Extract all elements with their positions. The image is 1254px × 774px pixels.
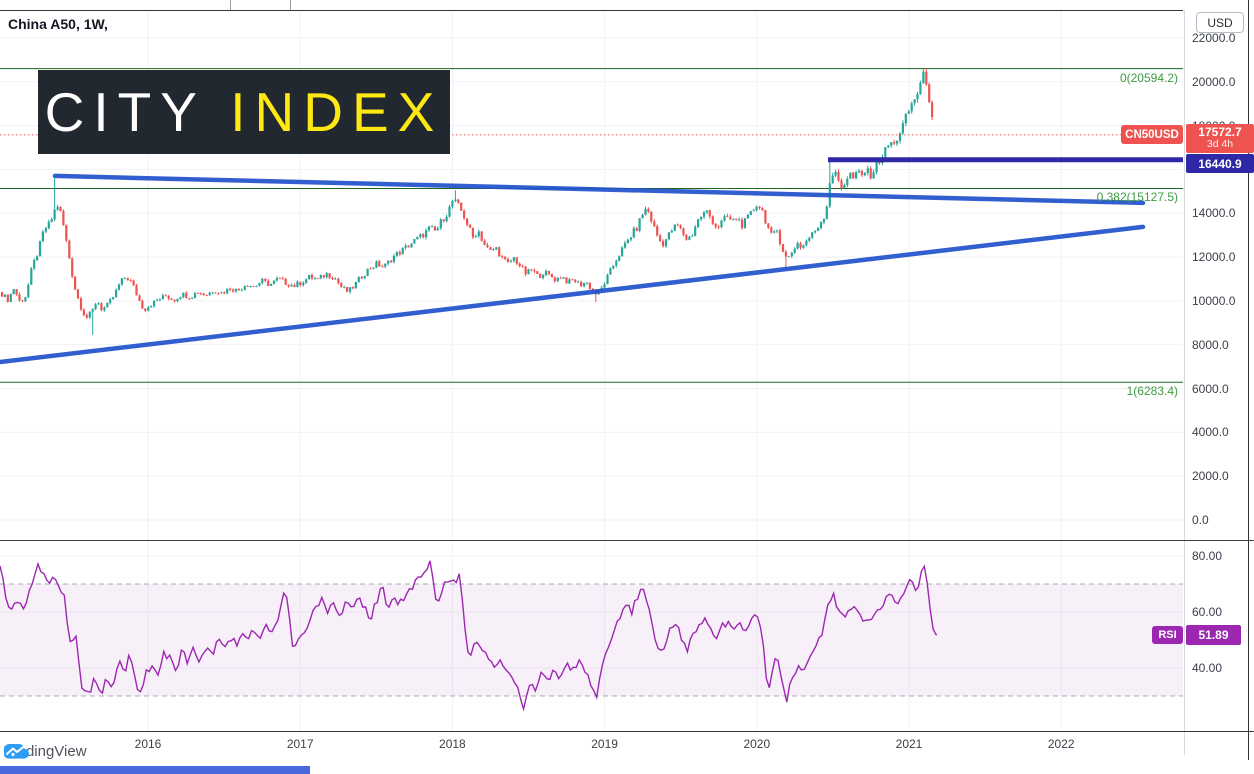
axis-border bbox=[1184, 10, 1185, 755]
fib-label: 0(20594.2) bbox=[1120, 71, 1178, 85]
rsi-value-badge: 51.89 bbox=[1186, 625, 1241, 645]
rsi-tick-label: 40.00 bbox=[1192, 661, 1222, 675]
time-axis-border bbox=[0, 731, 1254, 732]
rsi-tick-label: 80.00 bbox=[1192, 549, 1222, 563]
price-tick-label: 14000.0 bbox=[1192, 206, 1235, 220]
top-tick bbox=[290, 0, 291, 10]
price-tick-label: 6000.0 bbox=[1192, 382, 1229, 396]
chart-legend-title[interactable]: China A50, 1W, bbox=[8, 16, 108, 32]
fib-label: 0.382(15127.5) bbox=[1097, 190, 1178, 204]
price-tick-label: 2000.0 bbox=[1192, 469, 1229, 483]
top-tick bbox=[230, 0, 231, 10]
rsi-tick-label: 60.00 bbox=[1192, 605, 1222, 619]
price-tick-label: 0.0 bbox=[1192, 513, 1209, 527]
price-tick-label: 8000.0 bbox=[1192, 338, 1229, 352]
price-tick-label: 10000.0 bbox=[1192, 294, 1235, 308]
last-price-badge: 17572.7 3d 4h bbox=[1186, 124, 1254, 153]
rsi-label-badge: RSI bbox=[1152, 626, 1183, 644]
cityindex-word-city: CITY bbox=[45, 80, 206, 144]
top-border bbox=[0, 10, 1183, 11]
year-label: 2018 bbox=[439, 737, 466, 751]
cityindex-word-index: INDEX bbox=[230, 80, 443, 144]
price-tick-label: 4000.0 bbox=[1192, 425, 1229, 439]
price-tick-label: 12000.0 bbox=[1192, 250, 1235, 264]
level-price-badge: 16440.9 bbox=[1186, 154, 1254, 173]
tradingview-icon bbox=[4, 743, 29, 760]
price-tick-label: 20000.0 bbox=[1192, 75, 1235, 89]
symbol-badge: CN50USD bbox=[1121, 125, 1183, 144]
year-label: 2021 bbox=[896, 737, 923, 751]
rsi-band bbox=[0, 584, 1183, 696]
pane-separator[interactable] bbox=[0, 540, 1254, 541]
trendline-upper bbox=[55, 176, 1143, 203]
price-axis[interactable]: 22000.020000.018000.016000.014000.012000… bbox=[1185, 10, 1254, 540]
tradingview-attribution[interactable]: TradingView bbox=[4, 743, 87, 760]
chart-window: China A50, 1W, USD CITY INDEX 22000.0200… bbox=[0, 0, 1254, 774]
year-label: 2016 bbox=[135, 737, 162, 751]
year-label: 2019 bbox=[591, 737, 618, 751]
year-label: 2017 bbox=[287, 737, 314, 751]
bottom-blue-strip bbox=[0, 766, 310, 774]
window-edge bbox=[1248, 0, 1249, 760]
bar-countdown: 3d 4h bbox=[1207, 139, 1233, 151]
trendline-lower bbox=[0, 227, 1143, 362]
price-tick-label: 22000.0 bbox=[1192, 31, 1235, 45]
fib-label: 1(6283.4) bbox=[1127, 384, 1178, 398]
cityindex-logo: CITY INDEX bbox=[38, 70, 450, 154]
year-label: 2020 bbox=[743, 737, 770, 751]
year-label: 2022 bbox=[1048, 737, 1075, 751]
